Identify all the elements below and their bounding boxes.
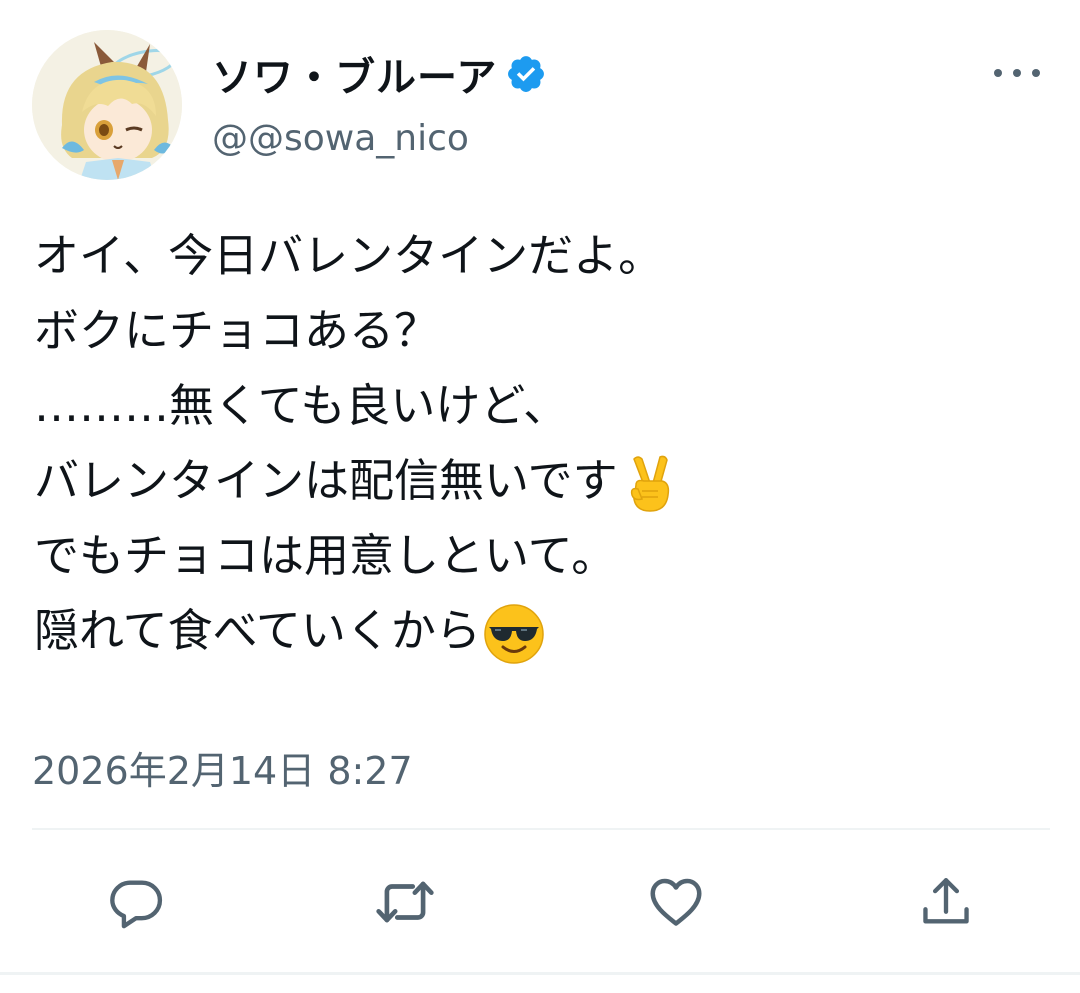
more-dot (1032, 69, 1040, 77)
tweet-text-line-content: でもチョコは用意しといて。 (34, 529, 617, 582)
bottom-divider (0, 972, 1080, 975)
tweet-text-line-content: オイ、今日バレンタインだよ。 (34, 229, 664, 282)
like-icon (646, 872, 706, 932)
author-display-name[interactable]: ソワ・ブルーア (212, 45, 497, 103)
tweet-text-line: 隠れて食べていくから (34, 593, 1044, 668)
share-icon (917, 873, 975, 931)
tweet-text-line: ボクにチョコある？ (34, 293, 1044, 368)
tweet-text: オイ、今日バレンタインだよ。 ボクにチョコある？ ………無くても良いけど、 バレ… (34, 218, 1044, 668)
more-options-icon[interactable] (994, 58, 1040, 88)
sunglasses-face-emoji (483, 603, 544, 665)
tweet-text-line-content: 隠れて食べていくから (34, 604, 481, 657)
tweet-text-line-content: ボクにチョコある？ (34, 304, 440, 357)
more-dot (1013, 69, 1021, 77)
retweet-icon (374, 871, 436, 933)
tweet-text-line: ………無くても良いけど、 (34, 368, 1044, 443)
reply-button[interactable] (104, 870, 168, 934)
tweet-text-line: オイ、今日バレンタインだよ。 (34, 218, 1044, 293)
action-bar (0, 870, 1080, 934)
tweet-text-line: でもチョコは用意しといて。 (34, 518, 1044, 593)
share-button[interactable] (914, 870, 978, 934)
tweet-text-line: バレンタインは配信無いです (34, 443, 1044, 518)
tweet-text-line-content: ………無くても良いけど、 (34, 379, 569, 432)
author-name-row: ソワ・ブルーア (212, 42, 547, 106)
tweet-timestamp[interactable]: 2026年2月14日 8:27 (32, 740, 413, 795)
victory-hand-emoji (620, 453, 678, 515)
divider (32, 828, 1050, 830)
avatar[interactable] (32, 30, 182, 180)
retweet-button[interactable] (373, 870, 437, 934)
like-button[interactable] (644, 870, 708, 934)
tweet-text-line-content: バレンタインは配信無いです (34, 454, 618, 507)
more-dot (994, 69, 1002, 77)
verified-badge-icon[interactable] (505, 53, 547, 95)
author-handle[interactable]: @@sowa_nico (212, 118, 469, 159)
reply-icon (107, 873, 165, 931)
avatar-image (32, 30, 182, 180)
